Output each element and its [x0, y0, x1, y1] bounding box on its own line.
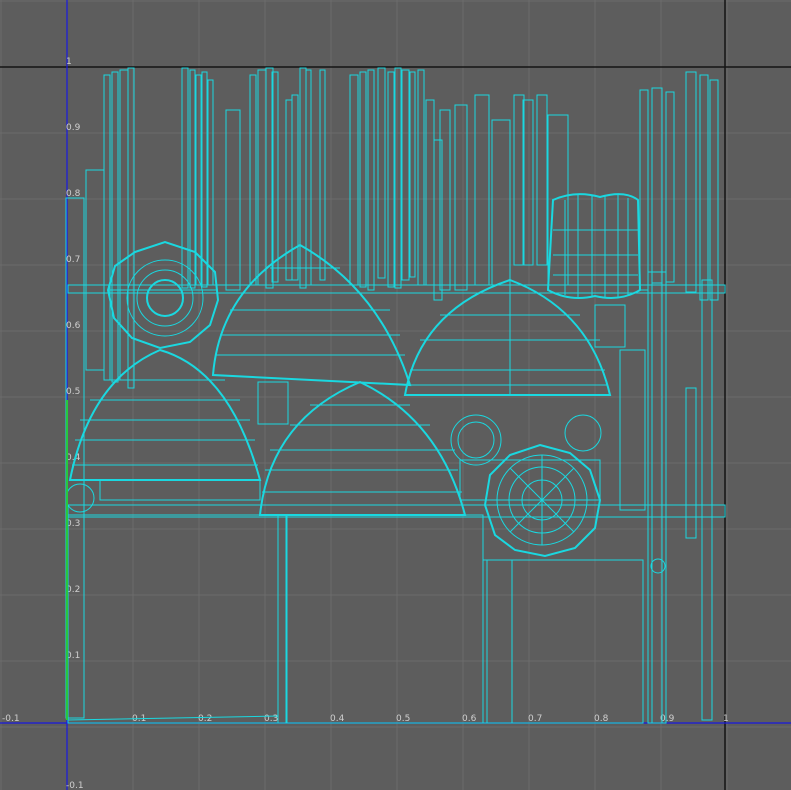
uv-strip[interactable] — [319, 69, 326, 281]
y-tick-label: 0.9 — [66, 123, 81, 133]
y-tick-label: 0.6 — [66, 321, 81, 331]
uv-shell-small-circles[interactable] — [65, 414, 666, 574]
uv-strip[interactable] — [207, 79, 214, 286]
uv-strip[interactable] — [189, 69, 196, 289]
uv-strip[interactable] — [299, 67, 307, 289]
uv-strip[interactable] — [111, 71, 119, 383]
uv-strip[interactable] — [425, 99, 435, 286]
uv-strip[interactable] — [639, 89, 649, 291]
y-tick-label: 0.5 — [66, 387, 80, 397]
uv-shell-cloth[interactable] — [546, 193, 642, 299]
uv-strip[interactable] — [201, 71, 208, 288]
y-tick-label: -0.1 — [66, 781, 84, 790]
uv-strip[interactable] — [85, 169, 105, 371]
uv-shell-dome-center-bottom[interactable] — [258, 380, 467, 516]
y-tick-label: 1 — [66, 57, 72, 67]
uv-strip[interactable] — [709, 79, 719, 301]
uv-canvas[interactable]: -0.1 0.1 0.2 0.3 0.4 0.5 0.6 0.7 0.8 0.9… — [0, 0, 791, 790]
uv-strip[interactable] — [305, 69, 312, 286]
uv-strip[interactable] — [359, 71, 367, 288]
x-tick-label: -0.1 — [2, 714, 20, 724]
uv-strip[interactable] — [349, 74, 359, 286]
uv-strip[interactable] — [433, 139, 443, 301]
uv-strip[interactable] — [685, 71, 697, 293]
uv-strip[interactable] — [401, 69, 410, 281]
y-tick-label: 0.7 — [66, 255, 80, 265]
uv-strip[interactable] — [474, 94, 490, 286]
uv-wireframe[interactable] — [65, 67, 726, 724]
uv-strip[interactable] — [377, 67, 386, 279]
uv-editor-viewport[interactable]: -0.1 0.1 0.2 0.3 0.4 0.5 0.6 0.7 0.8 0.9… — [0, 0, 791, 790]
x-tick-label: 1 — [723, 714, 729, 724]
uv-strip[interactable] — [409, 71, 416, 278]
uv-strip[interactable] — [536, 94, 548, 266]
uv-shell-column-right[interactable] — [647, 271, 713, 724]
uv-strip[interactable] — [367, 69, 375, 291]
uv-strip[interactable] — [291, 94, 299, 281]
uv-strip[interactable] — [181, 67, 189, 289]
uv-strip[interactable] — [394, 67, 402, 289]
uv-strip[interactable] — [225, 109, 241, 291]
uv-shell-cap-top-left[interactable] — [106, 240, 220, 350]
uv-strip[interactable] — [103, 74, 111, 381]
uv-strip[interactable] — [665, 91, 675, 283]
uv-strip[interactable] — [417, 69, 425, 286]
uv-strip[interactable] — [699, 74, 709, 301]
uv-strip[interactable] — [387, 71, 395, 288]
uv-strip[interactable] — [491, 119, 511, 286]
uv-strip[interactable] — [249, 74, 257, 286]
